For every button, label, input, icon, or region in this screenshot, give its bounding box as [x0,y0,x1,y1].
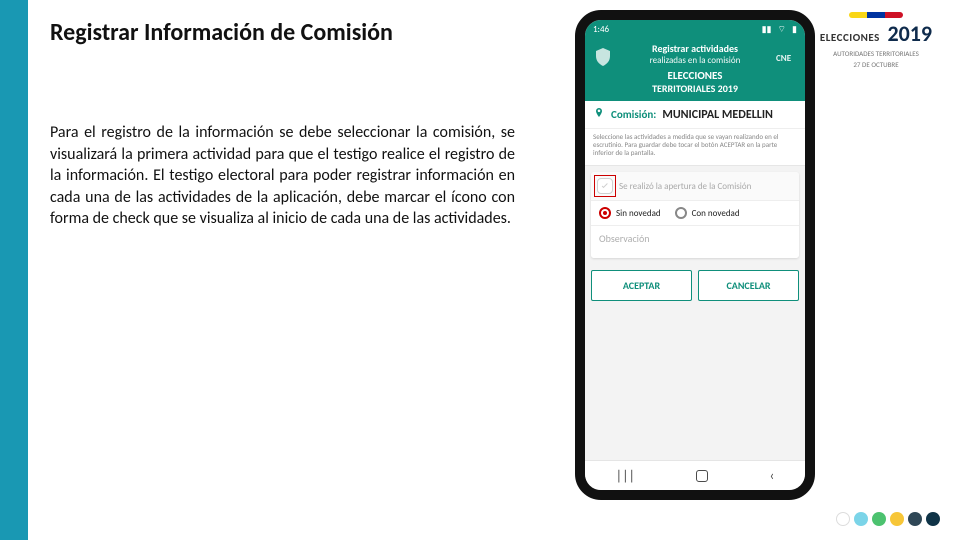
dot-icon [926,512,940,526]
battery-icon: ▮ [792,24,797,35]
radio-group: Sin novedad Con novedad [591,201,799,226]
flag-stripe [867,12,885,18]
instruction-text: Seleccione las actividades a medida que … [585,129,805,166]
signal-icon: ▮▮ [762,24,772,35]
dot-icon [854,512,868,526]
recents-icon[interactable]: ||| [616,467,635,484]
app-header: CNE Registrar actividades realizadas en … [585,38,805,101]
radio-label: Sin novedad [616,208,661,219]
status-icons: ▮▮ ⌔ ▮ [758,24,797,35]
activity-header[interactable]: Se realizó la apertura de la Comisión [591,172,799,201]
back-icon[interactable]: ‹ [770,467,775,484]
accept-button[interactable]: ACEPTAR [591,270,692,301]
header-line2: realizadas en la comisión [611,55,779,66]
highlight-callout [594,175,616,197]
radio-dot-icon [675,207,687,219]
phone-mockup: 1:46 ▮▮ ⌔ ▮ CNE Registrar actividades re… [575,10,815,500]
logo-word: ELECCIONES [820,31,880,44]
logo-date: 27 DE OCTUBRE [816,60,936,69]
radio-dot-icon [599,207,611,219]
elections-logo: ELECCIONES 2019 AUTORIDADES TERRITORIALE… [816,12,936,69]
cancel-button[interactable]: CANCELAR [698,270,799,301]
dot-icon [872,512,886,526]
comision-value: MUNICIPAL MEDELLIN [662,108,773,122]
header-line1: Registrar actividades [611,42,779,55]
comision-label: Comisión: [611,108,656,121]
dot-icon [908,512,922,526]
header-sub1: ELECCIONES [611,69,779,82]
logo-year: 2019 [887,20,932,47]
body-paragraph: Para el registro de la información se de… [50,122,515,230]
android-navbar: ||| ‹ [585,460,805,490]
flag-stripe [885,12,903,18]
flag-icon [849,12,903,18]
decor-dots [836,512,940,526]
observation-input[interactable]: Observación [591,226,799,258]
status-time: 1:46 [593,24,609,35]
activity-title: Se realizó la apertura de la Comisión [619,181,751,192]
comision-row: Comisión: MUNICIPAL MEDELLIN [585,101,805,129]
radio-label: Con novedad [692,208,740,219]
home-icon[interactable] [696,470,708,482]
blank-area [585,307,805,457]
activity-card: Se realizó la apertura de la Comisión Si… [591,172,799,258]
radio-con-novedad[interactable]: Con novedad [675,207,740,219]
page-title: Registrar Información de Comisión [50,18,393,47]
header-sub2: TERRITORIALES 2019 [611,82,779,95]
dot-icon [836,512,850,526]
dot-icon [890,512,904,526]
pin-icon [593,107,605,122]
radio-sin-novedad[interactable]: Sin novedad [599,207,661,219]
flag-stripe [849,12,867,18]
accent-left-bar [0,0,28,540]
button-row: ACEPTAR CANCELAR [585,264,805,307]
status-bar: 1:46 ▮▮ ⌔ ▮ [585,20,805,38]
wifi-icon: ⌔ [778,24,786,35]
logo-subtitle: AUTORIDADES TERRITORIALES [816,49,936,58]
